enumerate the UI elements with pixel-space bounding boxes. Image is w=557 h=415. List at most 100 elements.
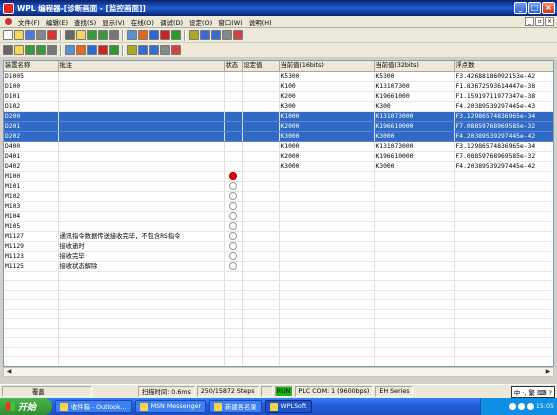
empty-cell[interactable] [4, 347, 59, 357]
cell-comment[interactable] [58, 151, 225, 162]
empty-cell[interactable] [279, 337, 375, 348]
ime-bar[interactable]: 中 ·, 繁 ⌨ ? [510, 386, 555, 398]
status-cell[interactable] [224, 171, 243, 182]
header-status[interactable]: 状态 [224, 61, 243, 72]
empty-cell[interactable] [454, 299, 553, 310]
cell-comment[interactable] [58, 121, 225, 132]
empty-cell[interactable] [224, 280, 243, 291]
cell-setv[interactable] [242, 231, 280, 242]
empty-cell[interactable] [4, 318, 59, 329]
empty-cell[interactable] [4, 271, 59, 281]
empty-cell[interactable] [58, 328, 225, 338]
menu-edit[interactable]: 编辑(E) [43, 17, 71, 27]
empty-cell[interactable] [242, 280, 280, 291]
cell-comment[interactable] [58, 111, 225, 122]
cell-v16[interactable]: K1000 [279, 141, 375, 152]
empty-row[interactable] [4, 356, 553, 366]
status-cell[interactable] [224, 161, 243, 172]
empty-cell[interactable] [242, 271, 280, 281]
empty-cell[interactable] [242, 356, 280, 366]
cell-name[interactable]: M101 [4, 181, 59, 192]
cell-name[interactable]: M100 [4, 171, 59, 182]
cell-setv[interactable] [242, 151, 280, 162]
cell-comment[interactable] [58, 161, 225, 172]
stop-icon[interactable] [189, 30, 199, 40]
cell-setv[interactable] [242, 161, 280, 172]
cell-v16[interactable] [279, 211, 375, 222]
ladder-icon[interactable] [149, 30, 159, 40]
empty-cell[interactable] [4, 356, 59, 366]
table-row[interactable]: D202 K3000 K3000 F4.20389539297445e-42 [4, 131, 553, 142]
empty-cell[interactable] [279, 309, 375, 319]
cell-setv[interactable] [242, 201, 280, 212]
task-outlook[interactable]: 收件箱 - Outlook... [55, 400, 132, 413]
cell-v16[interactable] [279, 241, 375, 252]
empty-cell[interactable] [4, 299, 59, 310]
cell-name[interactable]: M104 [4, 211, 59, 222]
new-icon[interactable] [3, 30, 13, 40]
empty-cell[interactable] [242, 347, 280, 357]
cell-v32[interactable] [374, 171, 455, 182]
cell-setv[interactable] [242, 71, 280, 82]
close-button[interactable]: × [542, 2, 555, 14]
empty-cell[interactable] [224, 337, 243, 348]
status-cell[interactable] [224, 181, 243, 192]
cell-v32[interactable] [374, 241, 455, 252]
empty-cell[interactable] [58, 290, 225, 300]
cell-setv[interactable] [242, 181, 280, 192]
table-row[interactable]: M1125 接收状态解除 [4, 261, 553, 272]
cell-v16[interactable] [279, 201, 375, 212]
cell-v32[interactable] [374, 191, 455, 202]
table-row[interactable]: D100 K100 K13107300 F1.83672593614447e-38 [4, 81, 553, 92]
empty-row[interactable] [4, 328, 553, 338]
cell-comment[interactable] [58, 91, 225, 102]
cell-v32[interactable]: K19661000 [374, 91, 455, 102]
empty-cell[interactable] [224, 271, 243, 281]
cell-setv[interactable] [242, 101, 280, 112]
empty-cell[interactable] [374, 290, 455, 300]
empty-cell[interactable] [58, 337, 225, 348]
task-wplsoft[interactable]: WPLSoft [264, 400, 312, 413]
empty-cell[interactable] [374, 328, 455, 338]
copy-icon[interactable] [65, 30, 75, 40]
cell-float[interactable]: F4.20389539297445e-42 [454, 131, 553, 142]
compare-icon[interactable] [127, 45, 137, 55]
empty-cell[interactable] [279, 290, 375, 300]
empty-cell[interactable] [58, 309, 225, 319]
cell-v16[interactable] [279, 251, 375, 262]
header-comment[interactable]: 批注 [58, 61, 225, 72]
empty-cell[interactable] [279, 271, 375, 281]
table-row[interactable]: D200 K1000 K131073000 F3.12986574836965e-34 [4, 111, 553, 122]
cell-name[interactable]: D1005 [4, 71, 59, 82]
empty-cell[interactable] [4, 280, 59, 291]
cell-name[interactable]: M105 [4, 221, 59, 232]
menu-file[interactable]: 文件(F) [15, 17, 43, 27]
instruction-icon[interactable] [160, 30, 170, 40]
empty-cell[interactable] [224, 290, 243, 300]
cell-float[interactable]: F4.20389539297445e-43 [454, 101, 553, 112]
header-value32[interactable]: 当前值(32bits) [374, 61, 455, 72]
cell-v16[interactable]: K100 [279, 81, 375, 92]
cell-name[interactable]: D202 [4, 131, 59, 142]
cell-v16[interactable]: K2000 [279, 121, 375, 132]
table-row[interactable]: D402 K3000 K3000 F4.20389539297445e-42 [4, 161, 553, 172]
empty-cell[interactable] [224, 328, 243, 338]
online-icon[interactable] [233, 30, 243, 40]
menu-window[interactable]: 窗口(W) [215, 17, 246, 27]
cell-v16[interactable] [279, 191, 375, 202]
cell-float[interactable]: F1.15919711977347e-38 [454, 91, 553, 102]
cell-name[interactable]: M1125 [4, 261, 59, 272]
empty-cell[interactable] [242, 309, 280, 319]
status-cell[interactable] [224, 101, 243, 112]
empty-row[interactable] [4, 347, 553, 357]
cell-setv[interactable] [242, 131, 280, 142]
header-setvalue[interactable]: 设定值 [242, 61, 280, 72]
empty-cell[interactable] [4, 309, 59, 319]
cell-v32[interactable]: K3000 [374, 131, 455, 142]
table-row[interactable]: M102 [4, 191, 553, 202]
cell-comment[interactable] [58, 191, 225, 202]
empty-cell[interactable] [58, 280, 225, 291]
status-cell[interactable] [224, 241, 243, 252]
monitor-icon[interactable] [138, 30, 148, 40]
cell-v32[interactable]: K5300 [374, 71, 455, 82]
